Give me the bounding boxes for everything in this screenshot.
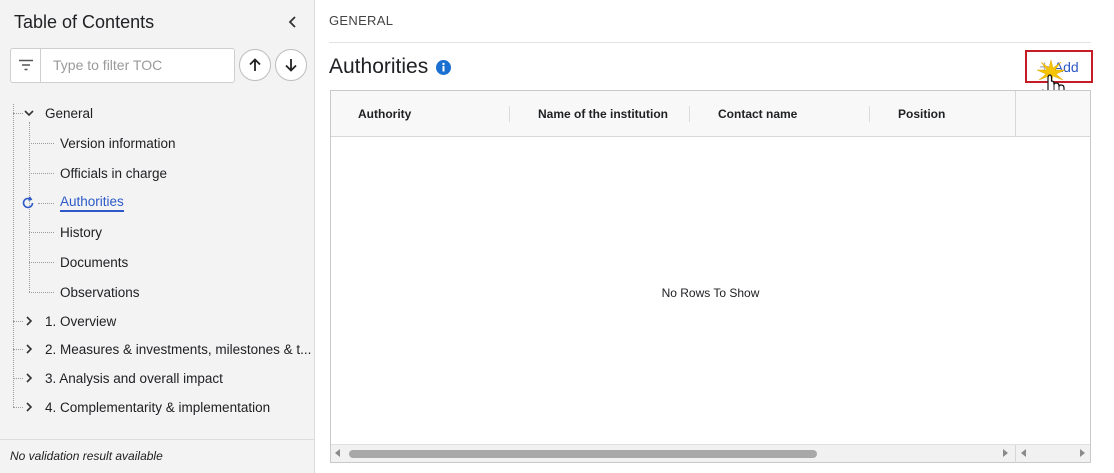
- toc-item-measures[interactable]: 2. Measures & investments, milestones & …: [45, 339, 311, 359]
- arrow-up-icon: [249, 58, 261, 71]
- authorities-grid: Authority Name of the institution Contac…: [330, 90, 1091, 463]
- toc-prev-button[interactable]: [239, 49, 271, 81]
- toc-item-general[interactable]: General: [45, 103, 93, 123]
- scroll-left-icon[interactable]: [1021, 449, 1026, 457]
- chevron-right-icon[interactable]: [22, 400, 36, 414]
- collapse-sidebar-button[interactable]: [282, 11, 304, 33]
- tree-connector: [13, 104, 14, 407]
- toc-item-officials-in-charge[interactable]: Officials in charge: [60, 163, 167, 183]
- toc-item-complementarity[interactable]: 4. Complementarity & implementation: [45, 397, 270, 417]
- refresh-icon: [20, 195, 36, 211]
- page-title: Authorities: [329, 55, 429, 78]
- toc-item-history[interactable]: History: [60, 222, 102, 242]
- chevron-right-icon[interactable]: [22, 314, 36, 328]
- toc-filter-row: [10, 47, 308, 83]
- validation-status: No validation result available: [0, 439, 314, 473]
- horizontal-scrollbar[interactable]: [331, 444, 1090, 463]
- main-content: GENERAL Authorities + Add Authority Name…: [315, 0, 1114, 473]
- grid-header: Authority Name of the institution Contac…: [331, 91, 1090, 137]
- scroll-right-icon[interactable]: [1003, 449, 1008, 457]
- toc-item-documents[interactable]: Documents: [60, 252, 128, 272]
- empty-grid-message: No Rows To Show: [661, 286, 760, 300]
- toc-header: Table of Contents: [14, 10, 304, 34]
- chevron-right-icon[interactable]: [22, 371, 36, 385]
- scroll-left-icon[interactable]: [335, 449, 340, 457]
- info-icon[interactable]: [436, 59, 452, 75]
- toc-sidebar: Table of Contents General Version inform…: [0, 0, 315, 473]
- scroll-right-icon[interactable]: [1080, 449, 1085, 457]
- toc-item-version-information[interactable]: Version information: [60, 133, 176, 153]
- toc-item-authorities[interactable]: Authorities: [60, 193, 124, 213]
- column-header-authority[interactable]: Authority: [358, 91, 411, 137]
- divider: [329, 42, 1091, 43]
- arrow-down-icon: [285, 59, 297, 72]
- toc-item-observations[interactable]: Observations: [60, 282, 140, 302]
- scrollbar-thumb[interactable]: [349, 450, 817, 458]
- filter-icon[interactable]: [10, 47, 40, 83]
- column-header-contact[interactable]: Contact name: [718, 91, 797, 137]
- toc-item-authorities-label: Authorities: [60, 194, 124, 212]
- column-header-position[interactable]: Position: [898, 91, 945, 137]
- add-button-label: Add: [1053, 58, 1079, 75]
- toc-next-button[interactable]: [275, 49, 307, 81]
- section-header: Authorities: [329, 55, 452, 79]
- plus-icon: +: [1039, 56, 1050, 77]
- chevron-left-icon: [288, 16, 296, 28]
- toc-item-analysis[interactable]: 3. Analysis and overall impact: [45, 368, 223, 388]
- toc-title: Table of Contents: [14, 11, 155, 32]
- breadcrumb: GENERAL: [329, 13, 394, 28]
- chevron-right-icon[interactable]: [22, 342, 36, 356]
- chevron-down-icon[interactable]: [22, 106, 36, 120]
- toc-filter-input[interactable]: [40, 47, 235, 83]
- add-button[interactable]: + Add: [1025, 50, 1093, 83]
- column-header-institution[interactable]: Name of the institution: [538, 91, 668, 137]
- toc-item-overview[interactable]: 1. Overview: [45, 311, 116, 331]
